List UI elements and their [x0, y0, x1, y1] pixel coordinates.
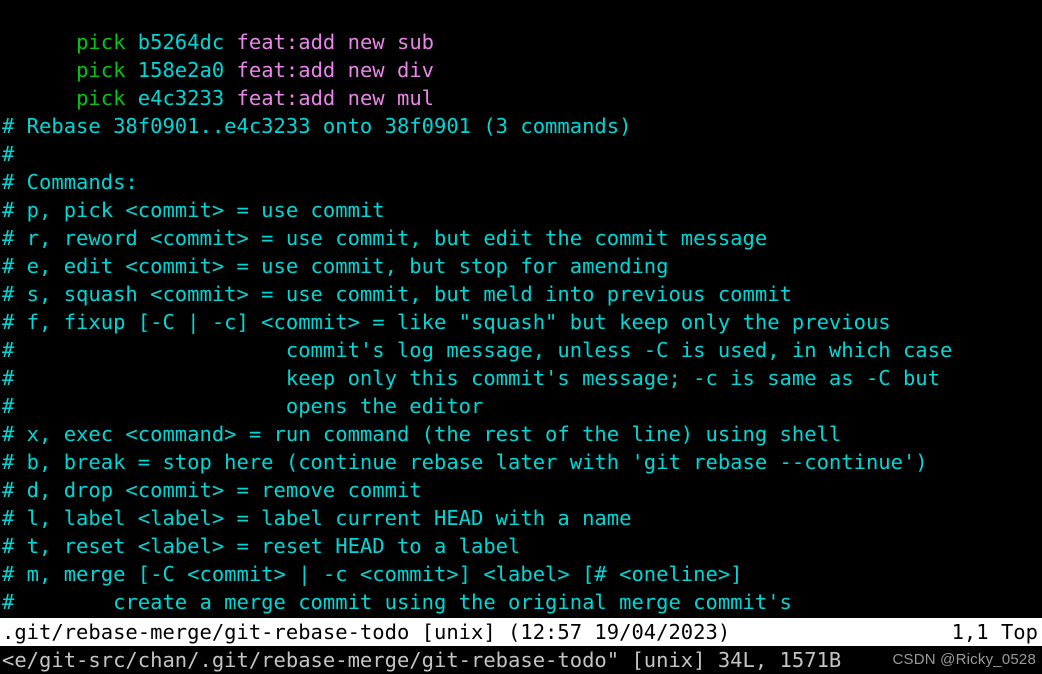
todo-entry-line[interactable]: pick b5264dc feat:add new sub: [0, 0, 1042, 54]
todo-commit-message: feat:add new div: [236, 58, 435, 82]
comment-line: # b, break = stop here (continue rebase …: [2, 450, 928, 474]
comment-line: # f, fixup [-C | -c] <commit> = like "sq…: [2, 310, 891, 334]
comment-line: # t, reset <label> = reset HEAD to a lab…: [2, 534, 521, 558]
todo-commit-message: feat:add new mul: [236, 86, 435, 110]
comment-line: # Rebase 38f0901..e4c3233 onto 38f0901 (…: [2, 114, 632, 138]
todo-commit-message: feat:add new sub: [236, 30, 435, 54]
todo-command-keyword[interactable]: pick: [76, 30, 125, 54]
todo-command-keyword[interactable]: pick: [76, 86, 125, 110]
comment-line: # s, squash <commit> = use commit, but m…: [2, 282, 792, 306]
todo-commit-hash: b5264dc: [137, 30, 225, 54]
todo-commit-hash: 158e2a0: [137, 58, 225, 82]
comment-line: # e, edit <commit> = use commit, but sto…: [2, 254, 669, 278]
terminal-window: pick b5264dc feat:add new sub pick 158e2…: [0, 0, 1042, 674]
comment-line: # l, label <label> = label current HEAD …: [2, 506, 632, 530]
editor-text-buffer[interactable]: pick b5264dc feat:add new sub pick 158e2…: [0, 0, 1042, 618]
comment-line: # p, pick <commit> = use commit: [2, 198, 385, 222]
vim-command-line[interactable]: <e/git-src/chan/.git/rebase-merge/git-re…: [0, 646, 1042, 674]
todo-command-keyword[interactable]: pick: [76, 58, 125, 82]
comment-line: # r, reword <commit> = use commit, but e…: [2, 226, 768, 250]
comment-line: # opens the editor: [2, 394, 484, 418]
todo-commit-hash: e4c3233: [137, 86, 225, 110]
comment-line: # d, drop <commit> = remove commit: [2, 478, 422, 502]
comment-line: # Commands:: [2, 170, 138, 194]
comment-line: # commit's log message, unless -C is use…: [2, 338, 953, 362]
comment-line: # create a merge commit using the origin…: [2, 590, 792, 614]
status-bar-cursor-position: 1,1 Top: [951, 620, 1038, 644]
comment-line: # keep only this commit's message; -c is…: [2, 366, 940, 390]
status-bar-file-info: .git/rebase-merge/git-rebase-todo [unix]…: [2, 620, 731, 644]
vim-status-bar: .git/rebase-merge/git-rebase-todo [unix]…: [0, 618, 1042, 646]
comment-line: #: [2, 142, 15, 166]
comment-line: # m, merge [-C <commit> | -c <commit>] <…: [2, 562, 743, 586]
comment-line: # x, exec <command> = run command (the r…: [2, 422, 842, 446]
